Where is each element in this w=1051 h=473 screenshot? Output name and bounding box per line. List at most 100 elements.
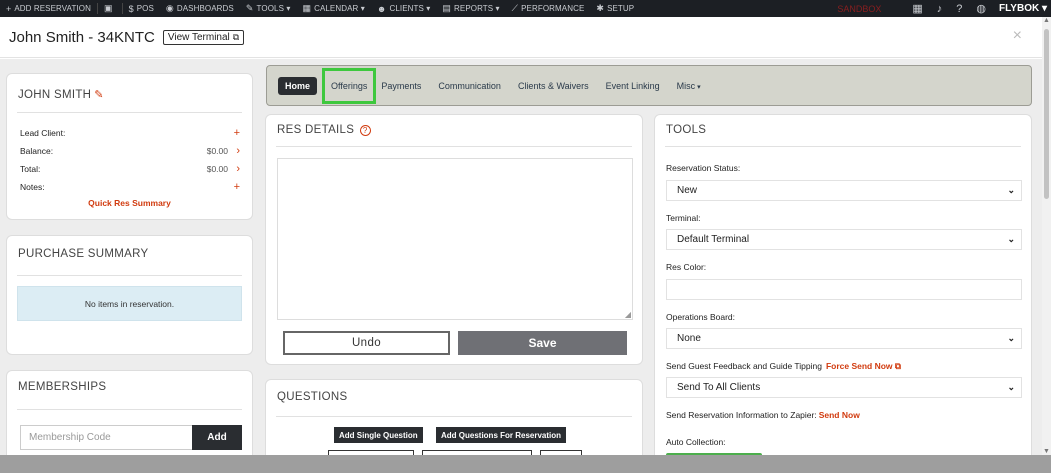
wrench-icon: ✎ [245, 3, 254, 13]
nav-label: DASHBOARDS [176, 4, 234, 13]
scroll-up-icon[interactable]: ▲ [1043, 17, 1050, 24]
external-link-icon: ⧉ [894, 361, 901, 371]
plus-icon: + [6, 3, 12, 14]
pencil-icon[interactable]: ✎ [94, 89, 104, 101]
row-label: Lead Client: [20, 127, 66, 138]
tools-panel: TOOLS Reservation Status: New ⌄ Terminal:… [654, 114, 1032, 455]
tab-offerings[interactable]: Offerings [321, 67, 377, 104]
reservation-modal: John Smith - 34KNTC View Terminal ⧉ × JOH… [0, 17, 1042, 455]
nav-label: CLIENTS ▾ [389, 4, 431, 13]
save-button[interactable]: Save [458, 331, 627, 355]
tab-bar: Home Offerings Payments Communication Cl… [266, 65, 1032, 106]
select-value: Default Terminal [677, 234, 750, 245]
gear-icon: ✱ [596, 3, 605, 13]
nav-dashboards[interactable]: ◉ DASHBOARDS [160, 0, 240, 17]
nav-clients[interactable]: ☻ CLIENTS ▾ [371, 0, 437, 17]
calculator-icon: ▣ [103, 3, 113, 13]
dashboard-icon: ◉ [165, 3, 174, 13]
guest-feedback-text: Send Guest Feedback and Guide Tipping [666, 361, 822, 371]
view-terminal-label: View Terminal [167, 31, 230, 43]
res-details-title-text: RES DETAILS [277, 124, 355, 136]
chevron-down-icon: ⌄ [1007, 333, 1015, 343]
scrollbar-thumb[interactable] [1044, 29, 1049, 199]
caret-down-icon: ▾ [697, 83, 701, 91]
nav-tools[interactable]: ✎ TOOLS ▾ [240, 0, 297, 17]
nav-label: SETUP [607, 4, 635, 13]
client-name: JOHN SMITH ✎ [18, 88, 104, 101]
plus-icon[interactable]: + [230, 181, 240, 193]
tab-clients-waivers[interactable]: Clients & Waivers [518, 81, 589, 91]
calendar-icon: ▦ [302, 3, 312, 13]
zapier-text: Send Reservation Information to Zapier: [666, 410, 817, 420]
force-send-now-link[interactable]: Force Send Now ⧉ [826, 361, 901, 371]
terminal-select[interactable]: Default Terminal ⌄ [666, 229, 1022, 250]
divider [665, 146, 1021, 147]
divider [276, 416, 632, 417]
tab-event-linking[interactable]: Event Linking [606, 81, 660, 91]
user-avatar-icon[interactable]: ◍ [976, 2, 986, 15]
tab-payments[interactable]: Payments [381, 81, 421, 91]
chevron-right-icon[interactable]: › [230, 163, 240, 175]
quick-res-summary-link[interactable]: Quick Res Summary [7, 198, 252, 208]
guest-feedback-select[interactable]: Send To All Clients ⌄ [666, 377, 1022, 398]
membership-code-input[interactable]: Membership Code [20, 425, 192, 450]
row-label: Notes: [20, 181, 45, 192]
send-now-link[interactable]: Send Now [819, 410, 860, 420]
auto-collection-label: Auto Collection: [666, 437, 726, 447]
plus-icon[interactable]: + [230, 127, 240, 139]
reservation-status-select[interactable]: New ⌄ [666, 180, 1022, 201]
empty-reservation-message: No items in reservation. [17, 286, 242, 321]
chevron-down-icon: ⌄ [1007, 382, 1015, 392]
users-icon: ☻ [376, 3, 387, 14]
client-panel: JOHN SMITH ✎ Lead Client: + Balance: $0.00 ›… [6, 73, 253, 220]
help-icon[interactable]: ? [359, 125, 371, 136]
account-menu[interactable]: FLYBOK ▾ [999, 3, 1047, 14]
add-questions-for-reservation-button[interactable]: Add Questions For Reservation [436, 427, 567, 443]
divider [17, 112, 242, 113]
operations-board-select[interactable]: None ⌄ [666, 328, 1022, 349]
grid-icon[interactable]: ▦ [912, 2, 922, 15]
res-details-panel: RES DETAILS ? ◢ Undo Save [265, 114, 643, 365]
page-scrollbar[interactable]: ▲ ▼ [1042, 17, 1051, 455]
add-single-question-button[interactable]: Add Single Question [334, 427, 423, 443]
sandbox-label: SANDBOX [837, 3, 882, 14]
purchase-summary-panel: PURCHASE SUMMARY No items in reservation… [6, 235, 253, 355]
memberships-title: MEMBERSHIPS [18, 381, 107, 393]
balance-row: Balance: $0.00 › [20, 142, 240, 159]
external-link-icon: ⧉ [232, 31, 240, 42]
resize-grip-icon[interactable]: ◢ [625, 310, 631, 319]
terminal-label: Terminal: [666, 213, 701, 223]
report-icon: ▤ [442, 3, 451, 13]
nav-calculator[interactable]: ▣ [98, 0, 122, 17]
close-icon[interactable]: × [1013, 27, 1022, 45]
view-terminal-button[interactable]: View Terminal ⧉ [162, 29, 245, 45]
nav-performance[interactable]: ⟋ PERFORMANCE [506, 0, 591, 17]
undo-button[interactable]: Undo [283, 331, 450, 355]
operations-board-label: Operations Board: [666, 312, 735, 322]
nav-add-reservation[interactable]: + ADD RESERVATION [0, 0, 97, 17]
reservation-status-label: Reservation Status: [666, 163, 741, 173]
tab-home[interactable]: Home [278, 76, 318, 95]
tab-misc[interactable]: Misc ▾ [677, 81, 701, 91]
res-color-label: Res Color: [666, 262, 707, 272]
res-color-input[interactable] [666, 279, 1022, 300]
divider [276, 146, 632, 147]
memberships-panel: MEMBERSHIPS Membership Code Add [6, 370, 253, 455]
membership-add-button[interactable]: Add [192, 425, 242, 450]
nav-calendar[interactable]: ▦ CALENDAR ▾ [296, 0, 370, 17]
bell-icon[interactable]: ♪ [937, 3, 943, 15]
nav-pos[interactable]: $ POS [123, 0, 160, 17]
help-icon[interactable]: ? [956, 3, 962, 15]
nav-setup[interactable]: ✱ SETUP [590, 0, 640, 17]
res-details-textarea[interactable]: ◢ [277, 158, 633, 320]
chevron-down-icon: ⌄ [1007, 234, 1015, 244]
row-value: $0.00 [206, 145, 228, 156]
questions-title: QUESTIONS [277, 391, 348, 403]
nav-label: CALENDAR ▾ [314, 4, 365, 13]
chevron-right-icon[interactable]: › [230, 145, 240, 157]
modal-backdrop-strip [0, 455, 1051, 473]
scroll-down-icon[interactable]: ▼ [1043, 448, 1050, 455]
select-value: None [677, 333, 701, 344]
nav-reports[interactable]: ▤ REPORTS ▾ [436, 0, 505, 17]
tab-communication[interactable]: Communication [438, 81, 501, 91]
